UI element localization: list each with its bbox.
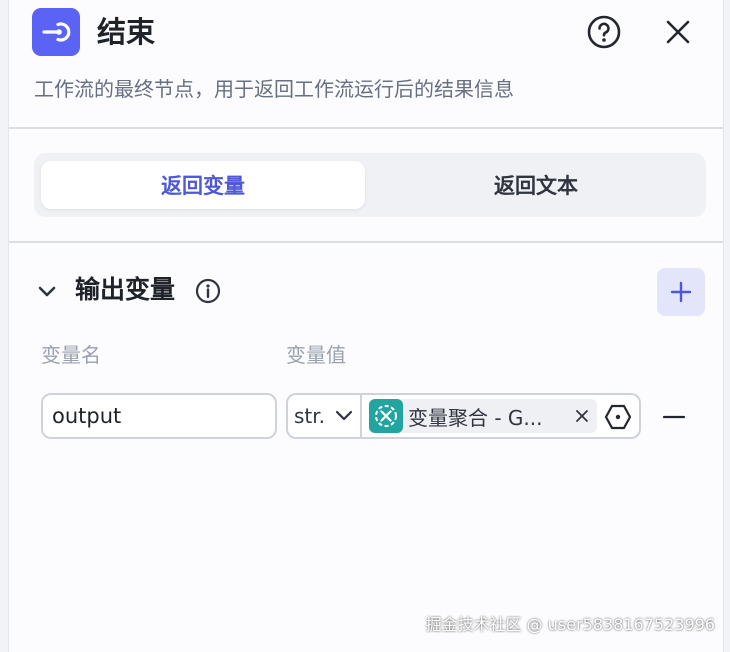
variable-aggregator-icon — [369, 399, 403, 433]
tab-return-variable[interactable]: 返回变量 — [41, 161, 365, 209]
tab-return-text[interactable]: 返回文本 — [374, 161, 698, 209]
chevron-down-icon — [335, 410, 353, 421]
minus-icon — [662, 415, 686, 419]
variable-reference-tag[interactable]: 变量聚合 - G... — [369, 399, 597, 433]
variable-value-field: str. 变量聚合 - G... — [286, 393, 641, 439]
tag-remove-icon[interactable] — [574, 408, 590, 424]
variable-name-input[interactable]: output — [41, 393, 277, 439]
add-variable-button[interactable] — [657, 268, 705, 316]
variable-hexagon-icon[interactable] — [604, 403, 632, 431]
output-section-title: 输出变量 — [75, 275, 176, 304]
node-description: 工作流的最终节点，用于返回工作流运行后的结果信息 — [34, 77, 514, 101]
chevron-down-icon[interactable] — [36, 280, 58, 302]
column-label-name: 变量名 — [41, 343, 101, 367]
variable-reference-label: 变量聚合 - G... — [408, 405, 543, 430]
end-node-panel: 结束 工作流的最终节点，用于返回工作流运行后的结果信息 返回变量 返回文本 输出… — [8, 0, 724, 652]
node-title: 结束 — [97, 15, 156, 49]
plus-icon — [670, 281, 692, 303]
variable-type-select[interactable]: str. — [288, 395, 362, 437]
end-node-icon — [32, 8, 80, 56]
info-icon[interactable] — [195, 278, 221, 304]
help-circle-icon[interactable] — [587, 15, 621, 49]
tab-switch: 返回变量 返回文本 — [34, 153, 706, 217]
divider — [9, 241, 723, 243]
remove-variable-button[interactable] — [661, 404, 687, 430]
divider — [9, 127, 723, 129]
watermark: 掘金技术社区 @ user5838167523996 — [425, 615, 715, 634]
close-icon[interactable] — [661, 15, 695, 49]
column-label-value: 变量值 — [286, 343, 346, 367]
variable-type-label: str. — [294, 404, 326, 428]
